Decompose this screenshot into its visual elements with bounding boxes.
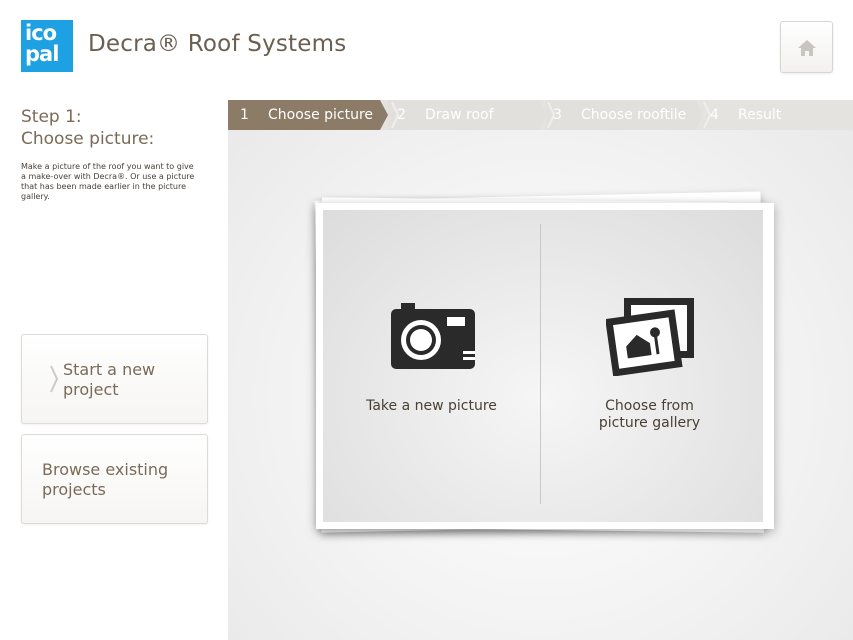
choose-from-gallery-option[interactable]: Choose from picture gallery — [541, 210, 758, 522]
step-number: 2 — [397, 107, 406, 123]
browse-existing-projects-label: Browse existing projects — [42, 460, 169, 499]
step-progress-bar: 1 Choose picture 2 Draw roof 3 Choose ro… — [228, 100, 853, 130]
step-label: Choose rooftile — [581, 107, 687, 123]
icopal-logo: ico pal — [21, 20, 73, 72]
step-label: Draw roof — [425, 107, 494, 123]
step-title: Step 1: — [21, 107, 82, 127]
step-number: 1 — [240, 107, 249, 123]
gallery-label-line1: Choose from — [605, 398, 694, 414]
picture-source-card: Take a new picture Choose from picture g… — [316, 203, 774, 529]
step-number: 3 — [553, 107, 562, 123]
home-button[interactable] — [780, 21, 833, 73]
step-number: 4 — [710, 107, 719, 123]
logo-text-top: ico — [25, 21, 57, 45]
app-title: Decra® Roof Systems — [88, 31, 347, 57]
browse-existing-projects-button[interactable]: Browse existing projects — [21, 434, 208, 524]
step-3-choose-rooftile[interactable]: 3 Choose rooftile — [541, 100, 697, 130]
gallery-label-line2: picture gallery — [598, 415, 701, 431]
camera-icon — [391, 303, 475, 369]
step-1-choose-picture[interactable]: 1 Choose picture — [228, 100, 388, 130]
gallery-icon — [606, 298, 694, 376]
step-description: Make a picture of the roof you want to g… — [21, 162, 195, 201]
main-panel: 1 Choose picture 2 Draw roof 3 Choose ro… — [228, 100, 853, 640]
step-label: Result — [738, 107, 782, 123]
step-4-result[interactable]: 4 Result — [698, 100, 853, 130]
start-new-project-button[interactable]: Start a new project — [21, 334, 208, 424]
step-label: Choose picture — [268, 107, 374, 123]
logo-text-bottom: pal — [25, 42, 59, 66]
take-new-picture-label: Take a new picture — [366, 398, 497, 414]
choose-from-gallery-label: Choose from picture gallery — [541, 398, 758, 432]
picture-source-panel: Take a new picture Choose from picture g… — [323, 210, 763, 522]
take-new-picture-option[interactable]: Take a new picture — [323, 210, 540, 522]
step-subtitle: Choose picture: — [21, 129, 155, 149]
sidebar: Step 1: Choose picture: Make a picture o… — [0, 95, 228, 640]
header: ico pal Decra® Roof Systems — [0, 0, 853, 95]
home-icon — [798, 40, 816, 56]
step-2-draw-roof[interactable]: 2 Draw roof — [385, 100, 541, 130]
start-new-project-label: Start a new project — [63, 360, 156, 399]
chevron-right-icon — [50, 365, 58, 393]
